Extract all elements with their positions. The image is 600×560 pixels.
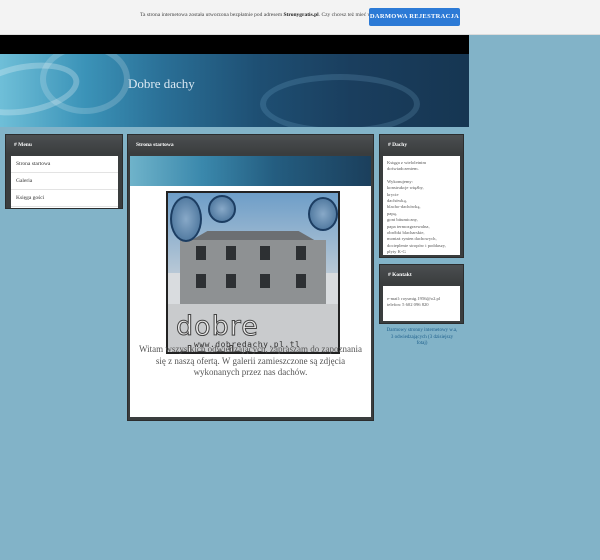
dachy-list-item: płyty K-G: [387, 249, 406, 255]
welcome-text: Witam wszystkich odwiedzających, zaprasz…: [138, 344, 363, 377]
kontakt-box-title: # Kontakt: [380, 265, 463, 284]
dachy-box-title: # Dachy: [380, 135, 463, 154]
main-content-box: Strona startowa dobre dachy www.dobredac…: [127, 134, 374, 421]
promo-bar: Ta strona internetowa została utworzona …: [0, 0, 600, 35]
dachy-box-body: Księga z wieloletnim doświadczeniem. Wyk…: [383, 156, 460, 255]
main-content-title: Strona startowa: [128, 135, 373, 154]
promo-brand-link[interactable]: Stronygratis.pl: [283, 12, 318, 18]
top-black-bar: [0, 35, 469, 54]
photo-window: [226, 274, 236, 288]
menu-box-body: Strona startowa Galeria Księga gości: [11, 156, 118, 208]
menu-item-strona-startowa[interactable]: Strona startowa: [11, 156, 118, 173]
photo-window: [296, 274, 306, 288]
content-banner: [130, 156, 371, 186]
menu-box-title: # Menu: [6, 135, 122, 154]
photo-window: [196, 274, 206, 288]
kontakt-box-body: e-mail: roysmig.1956@o2.pl telefon: 5 60…: [383, 286, 460, 321]
kontakt-text: e-mail: roysmig.1956@o2.pl telefon: 5 60…: [383, 286, 460, 313]
site-title: Dobre dachy: [128, 76, 195, 91]
main-content-body: dobre dachy www.dobredachy.pl.tl Witam w…: [130, 156, 371, 417]
kontakt-phone: telefon: 5 602 096 820: [387, 302, 429, 308]
menu-box: # Menu Strona startowa Galeria Księga go…: [5, 134, 123, 209]
photo-house: [180, 240, 326, 308]
photo-inset-circle: [208, 195, 236, 223]
register-button[interactable]: DARMOWA REJESTRACJA: [369, 8, 460, 26]
photo-window: [260, 246, 270, 260]
menu-item-galeria[interactable]: Galeria: [11, 173, 118, 190]
photo-window: [296, 246, 306, 260]
dachy-text: Księga z wieloletnim doświadczeniem. Wyk…: [383, 156, 460, 260]
house-photo: dobre dachy www.dobredachy.pl.tl: [166, 191, 340, 354]
promo-message: Ta strona internetowa została utworzona …: [140, 12, 400, 18]
menu-item-ksiega-gosci[interactable]: Księga gości: [11, 190, 118, 207]
footer-note[interactable]: Darmowy stronny internetowy w.a, 3 odwie…: [385, 328, 459, 348]
swirl-decoration: [260, 74, 420, 127]
photo-window: [260, 274, 270, 288]
menu-list: Strona startowa Galeria Księga gości: [11, 156, 118, 207]
dachy-box: # Dachy Księga z wieloletnim doświadczen…: [379, 134, 464, 258]
dachy-intro: Księga z wieloletnim doświadczeniem.: [387, 160, 427, 172]
photo-window: [226, 246, 236, 260]
photo-inset-circle: [308, 197, 338, 231]
site-header: Dobre dachy: [0, 54, 469, 127]
photo-window: [196, 246, 206, 260]
promo-message-prefix: Ta strona internetowa została utworzona …: [140, 12, 284, 18]
kontakt-box: # Kontakt e-mail: roysmig.1956@o2.pl tel…: [379, 264, 464, 324]
photo-inset-circle: [170, 196, 202, 242]
